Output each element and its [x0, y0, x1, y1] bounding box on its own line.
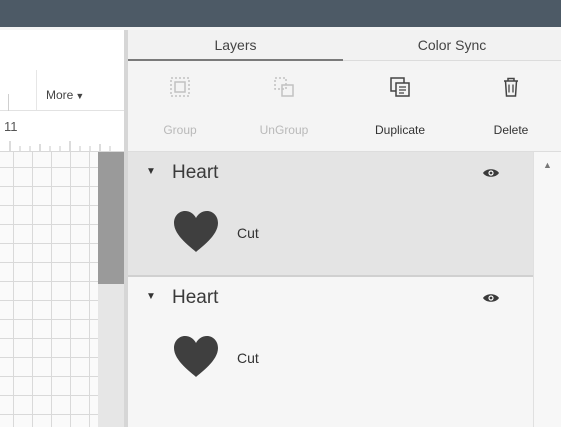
scroll-up-arrow-icon[interactable]: ▲: [543, 160, 552, 170]
trash-icon: [504, 77, 518, 97]
toolbar-divider: [36, 70, 37, 110]
top-bar: [0, 0, 561, 27]
tab-color-sync[interactable]: Color Sync: [343, 30, 561, 60]
panel-tabs: Layers Color Sync: [128, 30, 561, 61]
eye-icon[interactable]: [482, 292, 500, 304]
layer-operation-label: Cut: [237, 225, 259, 241]
delete-label: Delete: [493, 123, 529, 137]
layer-group-name: Heart: [172, 162, 219, 183]
layer-item[interactable]: Cut: [128, 198, 533, 266]
duplicate-icon: [390, 77, 410, 97]
heart-icon: [174, 336, 218, 377]
ungroup-button[interactable]: UnGroup: [234, 61, 334, 151]
layers-panel: Layers Color Sync Group UnGroup Duplicat…: [128, 30, 561, 427]
tab-layers[interactable]: Layers: [128, 30, 343, 60]
delete-button[interactable]: Delete: [461, 61, 561, 151]
heart-icon: [174, 211, 218, 252]
horizontal-ruler: 11: [0, 111, 128, 152]
group-label: Group: [163, 123, 197, 137]
group-button[interactable]: Group: [130, 61, 230, 151]
duplicate-label: Duplicate: [374, 123, 426, 137]
ruler-ticks: [9, 141, 111, 151]
more-button[interactable]: More ▼: [46, 88, 84, 102]
layer-group-header[interactable]: ▼ Heart: [128, 277, 533, 319]
layer-group-heart-selected[interactable]: ▼ Heart Cut: [128, 152, 533, 277]
layer-actions-toolbar: Group UnGroup Duplicate Delete: [128, 61, 561, 152]
group-icon: [170, 77, 190, 97]
layer-group-header[interactable]: ▼ Heart: [128, 152, 533, 194]
ruler-label: 11: [4, 119, 18, 134]
eye-icon[interactable]: [482, 167, 500, 179]
expand-caret-icon[interactable]: ▼: [146, 291, 156, 302]
canvas-scrollbar-thumb[interactable]: [98, 152, 124, 284]
ungroup-label: UnGroup: [259, 123, 309, 137]
ungroup-icon: [274, 77, 294, 97]
layer-operation-label: Cut: [237, 350, 259, 366]
duplicate-button[interactable]: Duplicate: [350, 61, 450, 151]
expand-caret-icon[interactable]: ▼: [146, 166, 156, 177]
layer-group-heart[interactable]: ▼ Heart Cut: [128, 277, 533, 427]
caret-down-icon: ▼: [75, 91, 85, 101]
layer-group-name: Heart: [172, 287, 219, 308]
layers-list: ▼ Heart Cut ▼ Heart Cut: [128, 152, 533, 427]
layers-scrollbar[interactable]: ▲: [533, 152, 561, 427]
more-button-label: More: [46, 88, 74, 102]
edit-toolbar: More ▼: [0, 30, 128, 116]
layer-item[interactable]: Cut: [128, 323, 533, 391]
design-canvas-grid[interactable]: [0, 152, 98, 427]
